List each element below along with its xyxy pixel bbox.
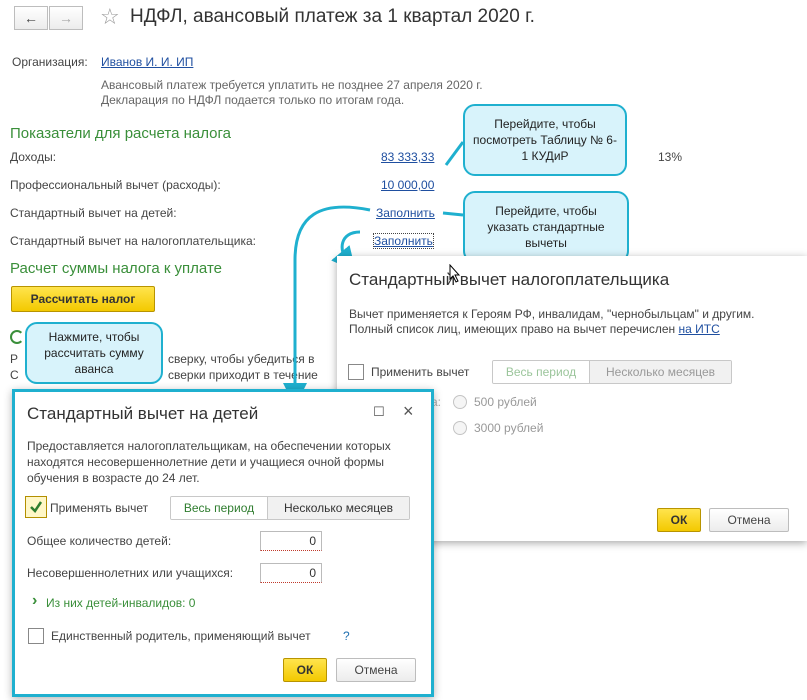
- children-dialog-text: Предоставляется налогоплательщикам, на о…: [27, 439, 391, 486]
- taxpayer-period-all[interactable]: Весь период: [493, 361, 590, 383]
- children-dialog-title: Стандартный вычет на детей: [27, 404, 259, 423]
- its-link[interactable]: на ИТС: [679, 322, 720, 336]
- children-period-months[interactable]: Несколько месяцев: [268, 497, 409, 519]
- close-icon[interactable]: ×: [403, 401, 414, 422]
- taxpayer-dialog-title: Стандартный вычет налогоплательщика: [349, 270, 670, 289]
- children-period-toggle: Весь период Несколько месяцев: [170, 496, 410, 520]
- children-ok-button[interactable]: ОК: [283, 658, 327, 682]
- taxpayer-dialog-text2-body: Полный список лиц, имеющих право на выче…: [349, 322, 676, 336]
- total-children-input[interactable]: 0: [260, 531, 322, 551]
- disabled-children-toggle[interactable]: Из них детей-инвалидов: 0: [46, 596, 195, 610]
- maximize-icon[interactable]: ☐: [373, 404, 385, 420]
- taxpayer-dialog-text2: Полный список лиц, имеющих право на выче…: [349, 321, 720, 337]
- children-apply-label: Применять вычет: [50, 501, 149, 515]
- minors-label: Несовершеннолетних или учащихся:: [27, 566, 234, 580]
- children-cancel-button[interactable]: Отмена: [336, 658, 416, 682]
- radio-500-label: 500 рублей: [474, 395, 537, 409]
- minors-input[interactable]: 0: [260, 563, 322, 583]
- taxpayer-cancel-button[interactable]: Отмена: [709, 508, 789, 532]
- taxpayer-ok-button[interactable]: ОК: [657, 508, 701, 532]
- taxpayer-period-months[interactable]: Несколько месяцев: [590, 361, 731, 383]
- children-deduction-dialog: Стандартный вычет на детей ☐ × Предостав…: [12, 389, 434, 697]
- taxpayer-dialog-text: Вычет применяется к Героям РФ, инвалидам…: [349, 307, 755, 321]
- arrow-to-income: [444, 141, 465, 166]
- taxpayer-apply-checkbox[interactable]: [348, 364, 364, 380]
- help-icon[interactable]: ?: [343, 629, 350, 643]
- checkmark-icon: [30, 501, 43, 513]
- chevron-right-icon[interactable]: ›: [32, 592, 37, 610]
- radio-3000[interactable]: [453, 421, 467, 435]
- children-apply-checkbox[interactable]: [25, 496, 47, 518]
- arrow-to-child-link: [442, 211, 464, 217]
- children-period-all[interactable]: Весь период: [171, 497, 268, 519]
- taxpayer-apply-label: Применить вычет: [371, 365, 470, 379]
- total-children-label: Общее количество детей:: [27, 534, 172, 548]
- single-parent-label: Единственный родитель, применяющий вычет: [51, 629, 311, 643]
- radio-3000-label: 3000 рублей: [474, 421, 544, 435]
- mouse-cursor-icon: [449, 264, 461, 283]
- single-parent-checkbox[interactable]: [28, 628, 44, 644]
- radio-500[interactable]: [453, 395, 467, 409]
- taxpayer-period-toggle: Весь период Несколько месяцев: [492, 360, 732, 384]
